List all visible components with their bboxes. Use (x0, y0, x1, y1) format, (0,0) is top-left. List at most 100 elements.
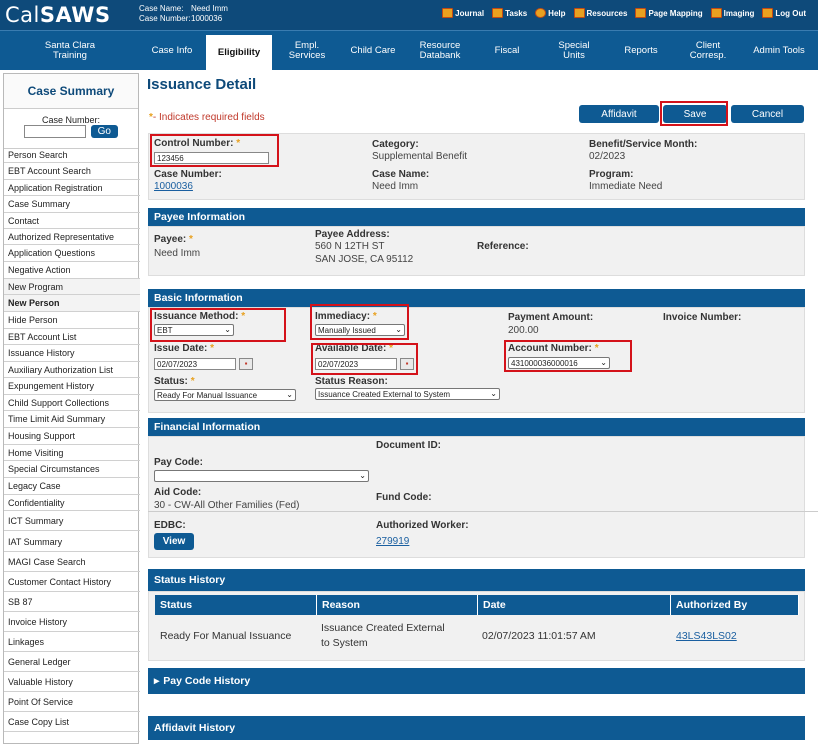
row-authorized-by-link[interactable]: 43LS43LS02 (676, 630, 737, 642)
sidebar-item-child-support-collections[interactable]: Child Support Collections (4, 395, 140, 411)
case-number-label: Case Number: (139, 14, 191, 23)
sidebar-item-new-person[interactable]: New Person (4, 295, 140, 312)
sidebar-case-search: Case Number: Go (4, 109, 138, 149)
logout-link[interactable]: Log Out (762, 8, 806, 18)
sidebar-case-number-label: Case Number: (41, 115, 101, 125)
column-header-date[interactable]: Date (478, 595, 671, 615)
county-label: Santa Clara Training (44, 40, 96, 61)
program-label: Program: (589, 169, 634, 180)
sidebar-item-time-limit-aid-summary[interactable]: Time Limit Aid Summary (4, 411, 140, 428)
sidebar-title: Case Summary (4, 74, 138, 109)
required-note: *- Indicates required fields (149, 112, 265, 123)
help-link[interactable]: Help (535, 8, 566, 18)
pay-code-select[interactable]: ⌄ (154, 470, 369, 482)
affidavit-button[interactable]: Affidavit (579, 105, 659, 123)
sidebar-item-customer-contact-history[interactable]: Customer Contact History (4, 572, 140, 592)
go-button[interactable]: Go (90, 125, 118, 138)
category-value: Supplemental Benefit (372, 151, 468, 162)
sidebar-item-iat-summary[interactable]: IAT Summary (4, 532, 140, 552)
view-button[interactable]: View (154, 533, 194, 550)
sidebar-item-sb-87[interactable]: SB 87 (4, 592, 140, 612)
column-header-authorized-by[interactable]: Authorized By (671, 595, 799, 615)
invoice-number-label: Invoice Number: (663, 312, 742, 323)
sidebar-item-hide-person[interactable]: Hide Person (4, 312, 140, 329)
cancel-button[interactable]: Cancel (731, 105, 804, 123)
page-mapping-link[interactable]: Page Mapping (635, 8, 703, 18)
affidavit-history-header: Affidavit History (148, 716, 805, 740)
sidebar-item-case-summary[interactable]: Case Summary (4, 196, 140, 213)
sidebar-item-ict-summary[interactable]: ICT Summary (4, 511, 140, 531)
sidebar-item-housing-support[interactable]: Housing Support (4, 428, 140, 445)
status-select[interactable]: Ready For Manual Issuance ⌄ (154, 389, 296, 401)
case-info: Case Name: Need Imm Case Number:1000036 (139, 4, 228, 24)
column-header-reason[interactable]: Reason (317, 595, 478, 615)
tasks-link[interactable]: Tasks (492, 8, 527, 18)
sidebar-item-new-program[interactable]: New Program (4, 279, 140, 295)
sidebar-item-expungement-history[interactable]: Expungement History (4, 378, 140, 395)
journal-link[interactable]: Journal (442, 8, 484, 18)
tab-admin-tools[interactable]: Admin Tools (744, 31, 814, 71)
pay-code-history-header[interactable]: ▸ Pay Code History (148, 668, 805, 694)
sidebar-item-application-registration[interactable]: Application Registration (4, 180, 140, 196)
case-number-value: 1000036 (191, 14, 223, 23)
authorized-worker-label: Authorized Worker: (376, 520, 469, 531)
sidebar-item-confidentiality[interactable]: Confidentiality (4, 495, 140, 511)
payee-address-line1: 560 N 12TH ST (315, 241, 385, 252)
benefit-month-value: 02/2023 (589, 151, 626, 162)
tab-child-care[interactable]: Child Care (342, 31, 404, 71)
sidebar-item-ebt-account-search[interactable]: EBT Account Search (4, 163, 140, 180)
sidebar-item-general-ledger[interactable]: General Ledger (4, 652, 140, 672)
tab-client-corresp[interactable]: Client Corresp. (676, 31, 740, 71)
resources-link[interactable]: Resources (573, 8, 627, 18)
calendar-icon[interactable]: ▪ (239, 358, 253, 370)
sidebar-item-valuable-history[interactable]: Valuable History (4, 672, 140, 692)
aid-code-label: Aid Code: (154, 487, 202, 498)
tab-reports[interactable]: Reports (610, 31, 672, 71)
aid-code-value: 30 - CW-All Other Families (Fed) (154, 500, 300, 511)
sidebar-item-magi-case-search[interactable]: MAGI Case Search (4, 552, 140, 572)
tab-case-info[interactable]: Case Info (142, 31, 202, 71)
pay-code-label: Pay Code: (154, 457, 203, 468)
sidebar-case-number-input[interactable] (24, 125, 87, 138)
tab-eligibility[interactable]: Eligibility (206, 35, 272, 71)
sidebar-item-issuance-history[interactable]: Issuance History (4, 345, 140, 362)
immediacy-highlight (310, 304, 409, 340)
expand-arrow-icon: ▸ (154, 675, 160, 687)
sidebar-item-contact[interactable]: Contact (4, 213, 140, 229)
status-reason-label: Status Reason: (315, 376, 388, 387)
resources-icon (573, 8, 585, 18)
case-name-label: Case Name: (139, 4, 184, 13)
sidebar-item-negative-action[interactable]: Negative Action (4, 262, 140, 279)
account-number-highlight (504, 340, 632, 372)
sidebar-item-case-copy-list[interactable]: Case Copy List (4, 712, 140, 732)
sidebar-item-special-circumstances[interactable]: Special Circumstances (4, 461, 140, 478)
top-bar: CalSAWS Case Name: Need Imm Case Number:1… (0, 0, 818, 30)
payee-value: Need Imm (154, 248, 201, 259)
tab-special-units[interactable]: Special Units (542, 31, 606, 71)
row-date: 02/07/2023 11:01:57 AM (482, 630, 596, 642)
control-number-highlight (150, 134, 279, 167)
case-number-link[interactable]: 1000036 (154, 181, 193, 192)
sidebar-item-auxiliary-authorization-list[interactable]: Auxiliary Authorization List (4, 362, 140, 378)
imaging-icon (710, 8, 722, 18)
sidebar-item-point-of-service[interactable]: Point Of Service (4, 692, 140, 712)
sidebar-item-person-search[interactable]: Person Search (4, 147, 140, 163)
sidebar-item-authorized-representative[interactable]: Authorized Representative (4, 229, 140, 245)
imaging-link[interactable]: Imaging (710, 8, 754, 18)
sidebar-item-home-visiting[interactable]: Home Visiting (4, 445, 140, 461)
sidebar-item-legacy-case[interactable]: Legacy Case (4, 478, 140, 495)
payee-label: Payee: * (154, 234, 193, 245)
sidebar-item-ebt-account-list[interactable]: EBT Account List (4, 329, 140, 345)
sidebar-item-linkages[interactable]: Linkages (4, 632, 140, 652)
column-header-status[interactable]: Status (155, 595, 317, 615)
tab-resource-databank[interactable]: Resource Databank (408, 31, 472, 71)
issue-date-input[interactable]: 02/07/2023 (154, 358, 236, 370)
tab-fiscal[interactable]: Fiscal (476, 31, 538, 71)
sidebar-item-application-questions[interactable]: Application Questions (4, 245, 140, 262)
payee-address-label: Payee Address: (315, 229, 390, 240)
edbc-label: EDBC: (154, 520, 186, 531)
sidebar-item-invoice-history[interactable]: Invoice History (4, 612, 140, 632)
status-reason-select[interactable]: Issuance Created External to System ⌄ (315, 388, 500, 400)
authorized-worker-link[interactable]: 279919 (376, 536, 409, 547)
tab-employment-services[interactable]: Empl. Services (276, 31, 338, 71)
